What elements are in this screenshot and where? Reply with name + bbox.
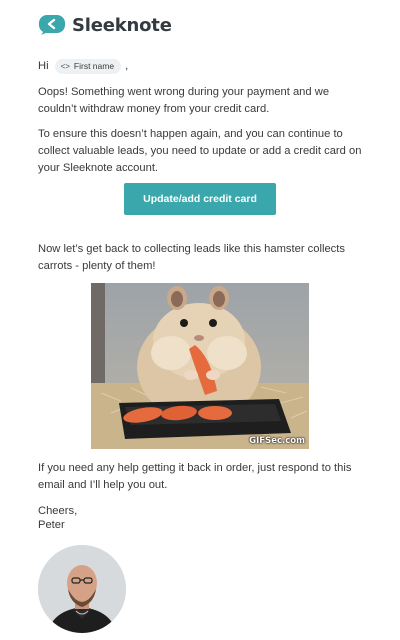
update-credit-card-button[interactable]: Update/add credit card (124, 183, 276, 215)
signoff-name: Peter (38, 519, 65, 531)
logo-text: Sleeknote (72, 14, 172, 36)
merge-tag-label: First name (73, 61, 115, 71)
greeting-prefix: Hi (38, 60, 49, 72)
peter-avatar (38, 545, 126, 633)
avatar-image (38, 545, 126, 633)
help-paragraph: If you need any help getting it back in … (38, 462, 352, 491)
sleeknote-logo-icon (39, 15, 65, 35)
payment-failed-paragraph: Oops! Something went wrong during your p… (38, 86, 330, 115)
sleeknote-logo[interactable]: Sleeknote (38, 14, 172, 36)
hamster-paragraph: Now let’s get back to collecting leads l… (38, 243, 345, 272)
first-name-merge-tag[interactable]: <> First name (54, 59, 122, 74)
hamster-gif-image (91, 283, 309, 449)
code-icon: <> (60, 62, 70, 71)
greeting-suffix: , (125, 60, 129, 72)
greeting-line: Hi <> First name , (38, 58, 368, 75)
hamster-gif: GIFSec.com (91, 283, 309, 449)
gif-watermark: GIFSec.com (249, 436, 305, 446)
update-card-paragraph: To ensure this doesn’t happen again, and… (38, 128, 362, 174)
email-body: Sleeknote Hi <> First name , Oops! Somet… (0, 0, 400, 640)
